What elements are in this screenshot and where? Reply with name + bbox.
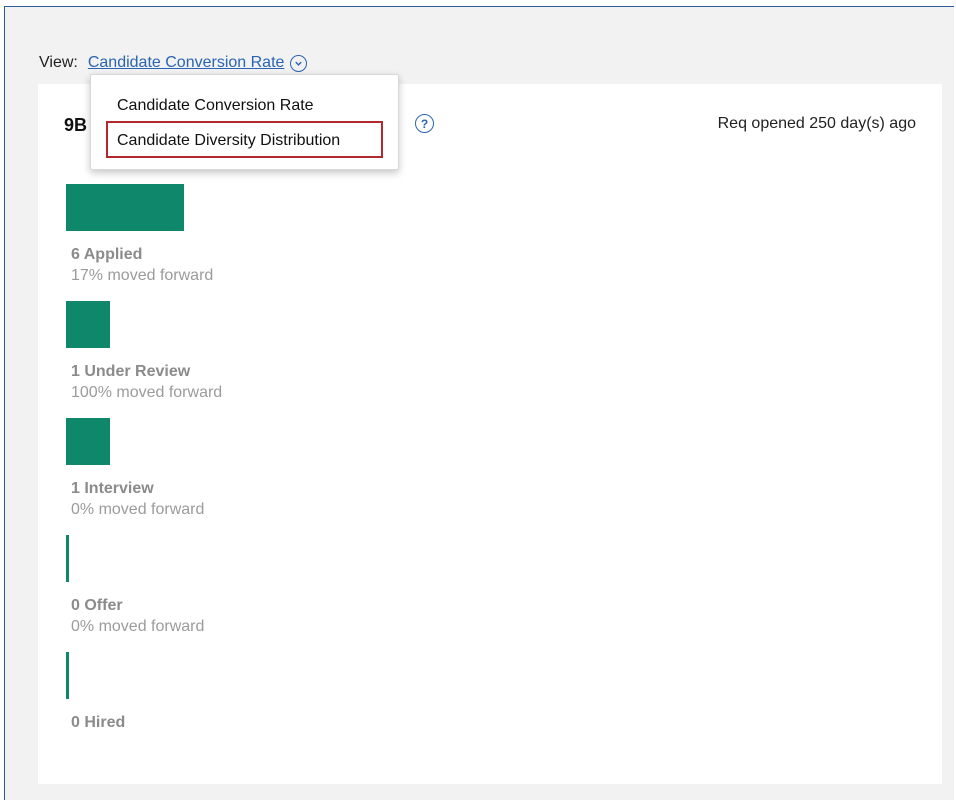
stage-bar [66,301,110,348]
stage-count: 6 Applied [71,246,143,263]
chevron-down-icon[interactable] [290,54,308,72]
stage-pct: 0% moved forward [71,618,205,635]
option-candidate-diversity-distribution[interactable]: Candidate Diversity Distribution [117,132,340,150]
stage-offer: 0 Offer 0% moved forward [66,535,204,636]
stage-bar [66,652,69,699]
stage-pct: 100% moved forward [71,384,223,401]
view-label: View: [39,54,78,71]
help-icon[interactable]: ? [415,114,434,133]
view-dropdown-toggle[interactable]: Candidate Conversion Rate [88,54,285,72]
stage-applied: 6 Applied 17% moved forward [66,184,213,285]
stage-under-review: 1 Under Review 100% moved forward [66,301,222,402]
stage-interview: 1 Interview 0% moved forward [66,418,204,519]
stage-count: 0 Hired [71,714,126,731]
stage-bar [66,184,184,231]
report-card: 9B ? Req opened 250 day(s) ago 6 Applied… [38,84,942,784]
stage-pct: 0% moved forward [71,501,205,518]
req-opened-text: Req opened 250 day(s) ago [717,115,916,132]
stage-hired: 0 Hired [66,652,125,732]
stage-bar [66,535,69,582]
view-dropdown-menu: Candidate Conversion Rate Candidate Dive… [90,74,399,170]
stage-bar [66,418,110,465]
stage-count: 0 Offer [71,597,123,614]
card-title: 9B [64,115,88,135]
stage-count: 1 Interview [71,480,154,497]
option-candidate-conversion-rate[interactable]: Candidate Conversion Rate [117,97,314,115]
view-selector: View: Candidate Conversion Rate [39,52,308,74]
stage-count: 1 Under Review [71,363,191,380]
stage-pct: 17% moved forward [71,267,214,284]
